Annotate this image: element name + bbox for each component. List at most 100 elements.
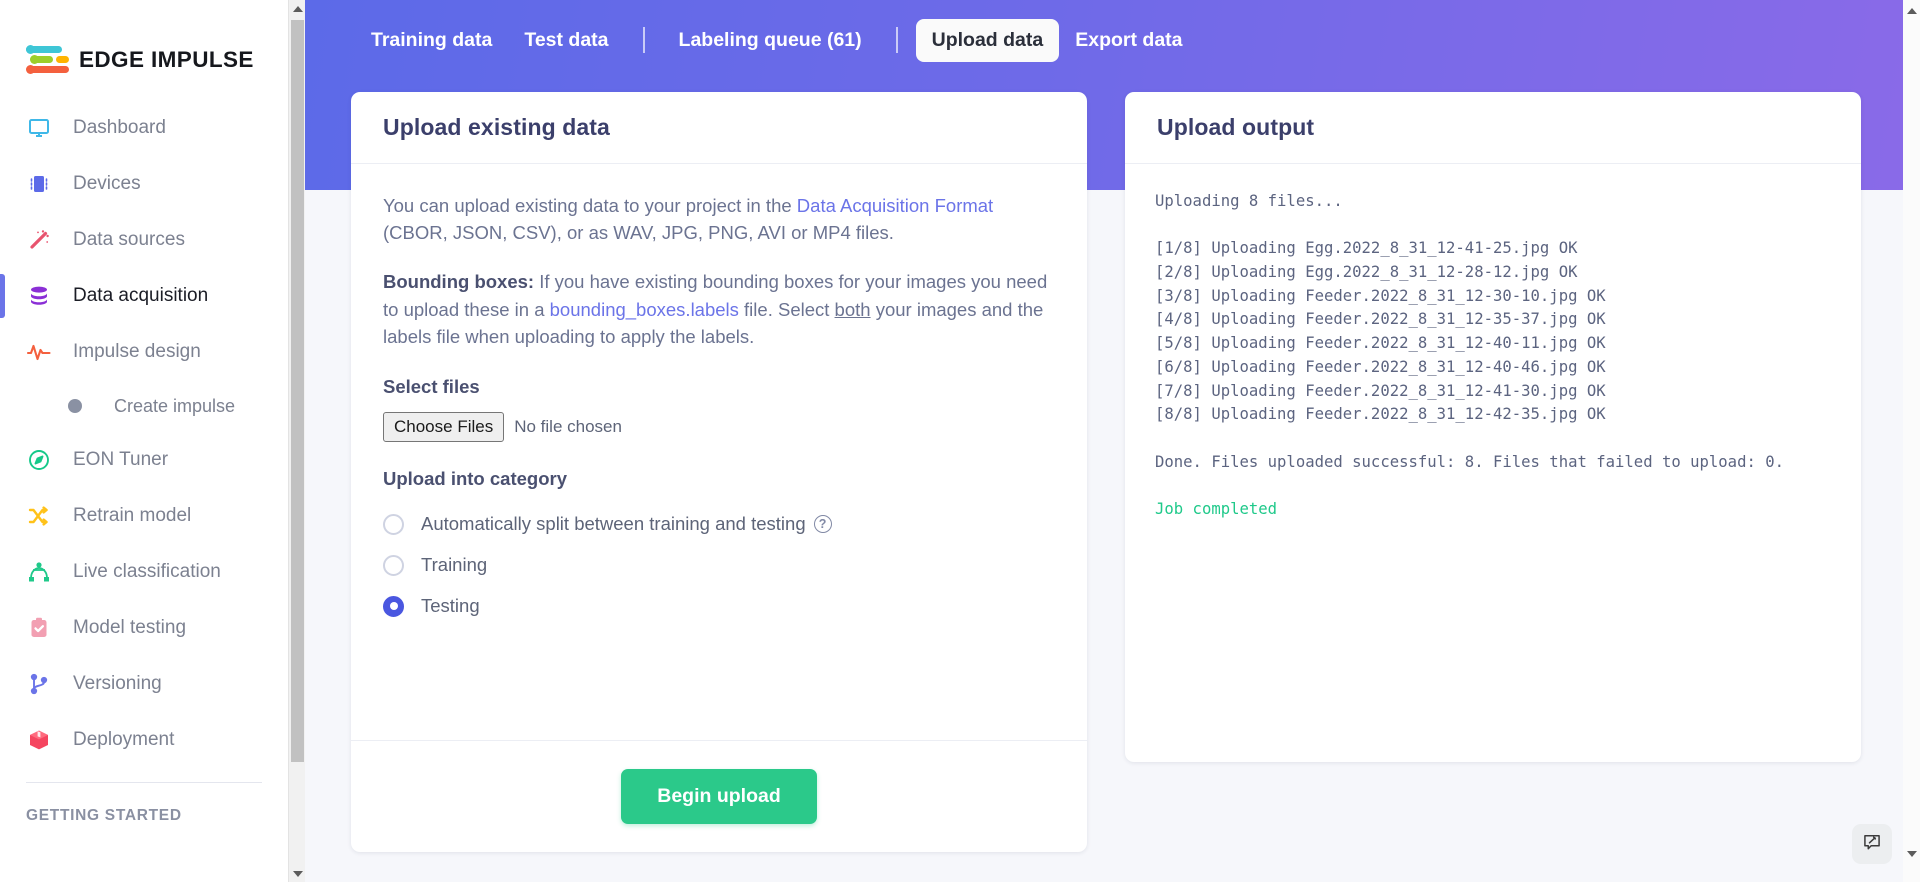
intro-text-before: You can upload existing data to your pro… xyxy=(383,195,797,216)
compass-icon xyxy=(26,447,52,473)
sidebar-scrollbar[interactable] xyxy=(288,0,305,882)
bullet-icon xyxy=(68,399,82,413)
console-line: Done. Files uploaded successful: 8. File… xyxy=(1155,451,1831,475)
console-line: [7/8] Uploading Feeder.2022_8_31_12-41-3… xyxy=(1155,380,1831,404)
sidebar-item-model-testing[interactable]: Model testing xyxy=(0,600,288,656)
upload-output-title: Upload output xyxy=(1157,114,1314,141)
sidebar-item-label: Versioning xyxy=(73,673,162,695)
bounding-text-2: file. Select xyxy=(739,299,835,320)
bounding-boxes-labels-link[interactable]: bounding_boxes.labels xyxy=(550,299,739,320)
bounding-boxes-paragraph: Bounding boxes: If you have existing bou… xyxy=(383,268,1055,350)
feedback-button[interactable] xyxy=(1852,824,1892,864)
file-chosen-status: No file chosen xyxy=(514,417,622,437)
sidebar-section-getting-started: GETTING STARTED xyxy=(0,807,288,825)
sidebar-item-deployment[interactable]: Deployment xyxy=(0,712,288,768)
sidebar-item-label: Data acquisition xyxy=(73,285,208,307)
upload-into-category-label: Upload into category xyxy=(383,468,1055,490)
console-line xyxy=(1155,474,1831,498)
clipboard-check-icon xyxy=(26,615,52,641)
console-line: [1/8] Uploading Egg.2022_8_31_12-41-25.j… xyxy=(1155,237,1831,261)
feedback-comment-icon xyxy=(1862,832,1882,857)
sidebar-subitem-label: Create impulse xyxy=(114,396,235,417)
upload-existing-data-card: Upload existing data You can upload exis… xyxy=(351,92,1087,852)
upload-output-card: Upload output Uploading 8 files... [1/8]… xyxy=(1125,92,1861,762)
intro-paragraph: You can upload existing data to your pro… xyxy=(383,192,1055,246)
sidebar-item-live-classification[interactable]: Live classification xyxy=(0,544,288,600)
monitor-icon xyxy=(26,115,52,141)
sidebar-divider xyxy=(26,782,262,783)
scroll-up-arrow-icon[interactable] xyxy=(289,0,306,17)
radio-button-icon[interactable] xyxy=(383,514,404,535)
sidebar-item-retrain-model[interactable]: Retrain model xyxy=(0,488,288,544)
cube-icon xyxy=(26,727,52,753)
upload-output-console: Uploading 8 files... [1/8] Uploading Egg… xyxy=(1125,164,1861,548)
edge-impulse-logo-icon xyxy=(26,45,68,75)
radio-option-testing[interactable]: Testing xyxy=(383,586,1055,627)
bounding-boxes-label: Bounding boxes: xyxy=(383,271,534,292)
data-acquisition-format-link[interactable]: Data Acquisition Format xyxy=(797,195,993,216)
sidebar-subitem-create-impulse[interactable]: Create impulse xyxy=(0,380,288,432)
console-line: [3/8] Uploading Feeder.2022_8_31_12-30-1… xyxy=(1155,285,1831,309)
sidebar-item-devices[interactable]: Devices xyxy=(0,156,288,212)
main-content: Upload existing data You can upload exis… xyxy=(305,0,1920,882)
sidebar-item-label: EON Tuner xyxy=(73,449,168,471)
radio-label: Testing xyxy=(421,595,480,617)
sidebar-item-versioning[interactable]: Versioning xyxy=(0,656,288,712)
sidebar-item-label: Dashboard xyxy=(73,117,166,139)
radio-button-icon[interactable] xyxy=(383,596,404,617)
sidebar-item-label: Deployment xyxy=(73,729,174,751)
sidebar-item-label: Live classification xyxy=(73,561,221,583)
page-scrollbar[interactable] xyxy=(1903,0,1920,882)
card-header: Upload output xyxy=(1125,92,1861,164)
sidebar-item-data-sources[interactable]: Data sources xyxy=(0,212,288,268)
radio-option-training[interactable]: Training xyxy=(383,545,1055,586)
scroll-down-arrow-icon[interactable] xyxy=(289,865,306,882)
sidebar-item-dashboard[interactable]: Dashboard xyxy=(0,100,288,156)
begin-upload-button[interactable]: Begin upload xyxy=(621,769,817,824)
sidebar-item-eon-tuner[interactable]: EON Tuner xyxy=(0,432,288,488)
console-line: Uploading 8 files... xyxy=(1155,190,1831,214)
radio-label: Automatically split between training and… xyxy=(421,513,806,535)
brand-logo[interactable]: EDGE IMPULSE xyxy=(0,0,288,86)
select-files-label: Select files xyxy=(383,376,1055,398)
file-input-row: Choose Files No file chosen xyxy=(383,412,1055,442)
card-footer: Begin upload xyxy=(351,740,1087,852)
console-line: [6/8] Uploading Feeder.2022_8_31_12-40-4… xyxy=(1155,356,1831,380)
console-line xyxy=(1155,427,1831,451)
database-icon xyxy=(26,283,52,309)
node-graph-icon xyxy=(26,559,52,585)
help-circle-icon[interactable]: ? xyxy=(814,515,832,533)
console-line: [5/8] Uploading Feeder.2022_8_31_12-40-1… xyxy=(1155,332,1831,356)
git-branch-icon xyxy=(26,671,52,697)
intro-text-after: (CBOR, JSON, CSV), or as WAV, JPG, PNG, … xyxy=(383,222,894,243)
brand-name: EDGE IMPULSE xyxy=(79,47,254,73)
card-body: You can upload existing data to your pro… xyxy=(351,164,1087,627)
sidebar-item-label: Data sources xyxy=(73,229,185,251)
sidebar: EDGE IMPULSE Dashboard Devices xyxy=(0,0,288,882)
console-line-success: Job completed xyxy=(1155,498,1831,522)
console-line xyxy=(1155,214,1831,238)
scrollbar-thumb[interactable] xyxy=(291,20,304,762)
sidebar-item-data-acquisition[interactable]: Data acquisition xyxy=(0,268,288,324)
console-line: [8/8] Uploading Feeder.2022_8_31_12-42-3… xyxy=(1155,403,1831,427)
magic-wand-icon xyxy=(26,227,52,253)
pulse-icon xyxy=(26,339,52,365)
radio-label: Training xyxy=(421,554,487,576)
sidebar-nav: Dashboard Devices xyxy=(0,100,288,825)
bounding-text-both: both xyxy=(835,299,871,320)
chip-icon xyxy=(26,171,52,197)
sidebar-item-label: Model testing xyxy=(73,617,186,639)
page-scroll-up-arrow-icon[interactable] xyxy=(1903,2,1920,19)
page-scroll-down-arrow-icon[interactable] xyxy=(1903,845,1920,862)
radio-button-icon[interactable] xyxy=(383,555,404,576)
radio-option-auto-split[interactable]: Automatically split between training and… xyxy=(383,504,1055,545)
console-line: [4/8] Uploading Feeder.2022_8_31_12-35-3… xyxy=(1155,308,1831,332)
sidebar-item-impulse-design[interactable]: Impulse design xyxy=(0,324,288,380)
console-line: [2/8] Uploading Egg.2022_8_31_12-28-12.j… xyxy=(1155,261,1831,285)
shuffle-icon xyxy=(26,503,52,529)
choose-files-button[interactable]: Choose Files xyxy=(383,412,504,442)
card-header: Upload existing data xyxy=(351,92,1087,164)
sidebar-item-label: Devices xyxy=(73,173,141,195)
sidebar-item-label: Impulse design xyxy=(73,341,201,363)
sidebar-item-label: Retrain model xyxy=(73,505,191,527)
